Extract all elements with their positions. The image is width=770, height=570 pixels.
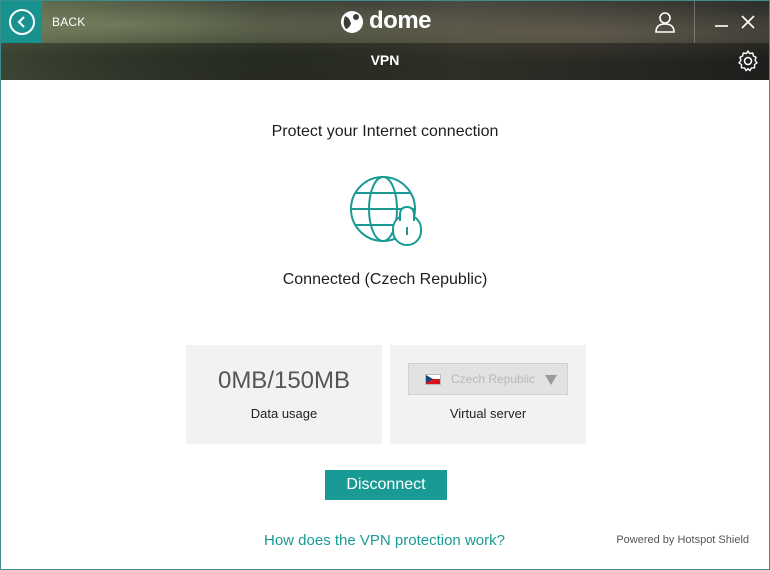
- help-link[interactable]: How does the VPN protection work?: [264, 532, 505, 549]
- page-title: VPN: [370, 52, 400, 68]
- titlebar-divider: [694, 1, 695, 43]
- close-icon[interactable]: [739, 13, 757, 31]
- minimize-icon[interactable]: [713, 13, 731, 31]
- gear-icon[interactable]: [736, 49, 760, 73]
- back-label[interactable]: BACK: [52, 15, 85, 29]
- vpn-window: BACK dome VPN Protect your Internet conn…: [0, 0, 770, 570]
- headline: Protect your Internet connection: [271, 123, 499, 140]
- chevron-down-icon: [545, 375, 557, 385]
- virtual-server-label: Virtual server: [449, 406, 527, 421]
- dome-logo: dome: [339, 7, 432, 35]
- virtual-server-card: Czech Republic Virtual server: [390, 345, 586, 444]
- data-usage-label: Data usage: [250, 406, 318, 421]
- dome-logo-icon: [341, 11, 363, 33]
- logo-text: dome: [369, 7, 432, 34]
- disconnect-button[interactable]: Disconnect: [325, 470, 447, 500]
- user-icon[interactable]: [653, 10, 677, 34]
- virtual-server-value: Czech Republic: [451, 372, 536, 386]
- title-bar: BACK dome: [1, 1, 769, 43]
- globe-lock-icon: [350, 176, 422, 246]
- connection-status: Connected (Czech Republic): [282, 271, 488, 288]
- czech-flag-icon: [425, 373, 441, 385]
- data-usage-card: 0MB/150MB Data usage: [186, 345, 382, 444]
- header: BACK dome VPN: [1, 1, 769, 80]
- data-usage-value: 0MB/150MB: [217, 367, 351, 394]
- back-button[interactable]: [1, 1, 42, 43]
- virtual-server-select[interactable]: Czech Republic: [408, 363, 568, 395]
- powered-by: Powered by Hotspot Shield: [616, 534, 749, 546]
- back-arrow-icon: [8, 9, 35, 35]
